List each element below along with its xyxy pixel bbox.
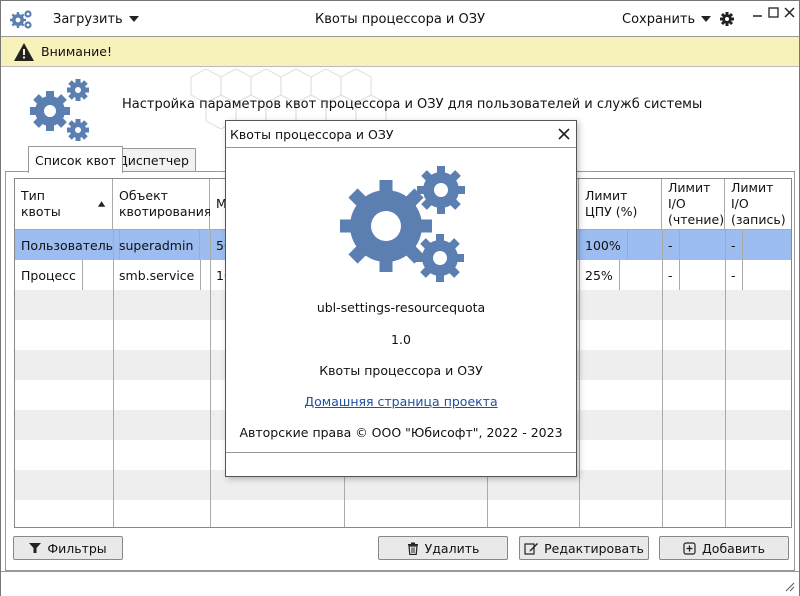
column-header-io-write[interactable]: Лимит I/O (запись) xyxy=(725,179,791,230)
column-header-type[interactable]: Тип квоты xyxy=(15,179,113,230)
close-icon[interactable] xyxy=(784,7,795,18)
filter-icon xyxy=(29,543,42,553)
column-header-label: Лимит I/O (чтение) xyxy=(668,180,725,227)
app-version: 1.0 xyxy=(391,332,411,347)
edit-button[interactable]: Редактировать xyxy=(519,536,649,560)
header-bar: Загрузить Квоты процессора и ОЗУ Сохрани… xyxy=(1,1,799,37)
app-icon xyxy=(9,1,35,37)
about-dialog: Квоты процессора и ОЗУ ubl-settings-reso… xyxy=(225,120,577,477)
tab-dispatcher[interactable]: Диспетчер xyxy=(111,148,196,172)
save-menu-button[interactable]: Сохранить xyxy=(622,1,712,37)
app-description: Квоты процессора и ОЗУ xyxy=(319,363,483,378)
dialog-body: ubl-settings-resourcequota 1.0 Квоты про… xyxy=(226,147,576,453)
cell-cpu-limit: 100% xyxy=(579,230,628,260)
add-label: Добавить xyxy=(702,540,765,556)
cell-object: superadmin xyxy=(113,230,201,260)
cell-io-write: - xyxy=(725,230,743,260)
column-header-label: Объект квотирования xyxy=(119,188,212,219)
load-menu-label: Загрузить xyxy=(53,11,123,27)
delete-button[interactable]: Удалить xyxy=(378,536,508,560)
banner-text: Настройка параметров квот процессора и О… xyxy=(122,97,703,112)
sort-ascending-icon xyxy=(97,201,106,207)
homepage-link[interactable]: Домашняя страница проекта xyxy=(304,394,497,409)
cell-io-read: - xyxy=(662,230,680,260)
column-header-label: Лимит ЦПУ (%) xyxy=(585,188,638,219)
app-logo-gears-icon xyxy=(336,166,468,288)
banner-gears-icon xyxy=(26,75,94,147)
save-menu-label: Сохранить xyxy=(622,11,696,27)
column-header-io-read[interactable]: Лимит I/O (чтение) xyxy=(662,179,725,230)
app-name: ubl-settings-resourcequota xyxy=(316,300,486,315)
cell-cpu-limit: 25% xyxy=(579,260,620,290)
column-header-label: Лимит I/O (запись) xyxy=(731,180,786,227)
column-header-cpu-limit[interactable]: Лимит ЦПУ (%) xyxy=(579,179,662,230)
settings-gear-button[interactable] xyxy=(719,1,735,37)
delete-label: Удалить xyxy=(424,540,480,556)
warning-bar: Внимание! xyxy=(1,37,799,67)
cell-object: smb.service xyxy=(113,260,202,290)
cell-type: Пользователь xyxy=(15,230,121,260)
warning-icon xyxy=(14,42,34,61)
warning-text: Внимание! xyxy=(41,44,112,59)
edit-label: Редактировать xyxy=(544,540,644,556)
filters-label: Фильтры xyxy=(47,540,107,556)
add-icon xyxy=(683,541,696,555)
dialog-title: Квоты процессора и ОЗУ xyxy=(230,126,394,142)
dialog-title-bar: Квоты процессора и ОЗУ xyxy=(226,121,576,147)
cell-io-write: - xyxy=(725,260,743,290)
chevron-down-icon xyxy=(701,16,712,22)
app-window: Загрузить Квоты процессора и ОЗУ Сохрани… xyxy=(0,0,800,596)
resize-grip-icon[interactable] xyxy=(783,580,795,592)
copyright-text: Авторские права © ООО "Юбисофт", 2022 - … xyxy=(239,425,563,440)
filters-button[interactable]: Фильтры xyxy=(13,536,123,560)
column-header-label: Тип квоты xyxy=(21,188,61,219)
tab-label: Список квот xyxy=(35,152,116,168)
cell-io-read: - xyxy=(662,260,680,290)
cell-type: Процесс xyxy=(15,260,83,290)
chevron-down-icon xyxy=(128,16,139,22)
status-bar xyxy=(1,571,799,596)
add-button[interactable]: Добавить xyxy=(659,536,789,560)
tab-label: Диспетчер xyxy=(118,153,189,168)
close-icon[interactable] xyxy=(558,128,570,140)
column-header-object[interactable]: Объект квотирования xyxy=(113,179,212,230)
tab-quota-list[interactable]: Список квот xyxy=(28,146,123,173)
trash-icon xyxy=(407,542,418,555)
minimize-icon[interactable] xyxy=(752,7,763,18)
load-menu-button[interactable]: Загрузить xyxy=(53,1,139,37)
maximize-icon[interactable] xyxy=(768,7,779,18)
gear-icon xyxy=(720,12,734,26)
empty-row xyxy=(15,500,791,527)
window-title: Квоты процессора и ОЗУ xyxy=(314,11,486,27)
edit-icon xyxy=(524,543,539,555)
